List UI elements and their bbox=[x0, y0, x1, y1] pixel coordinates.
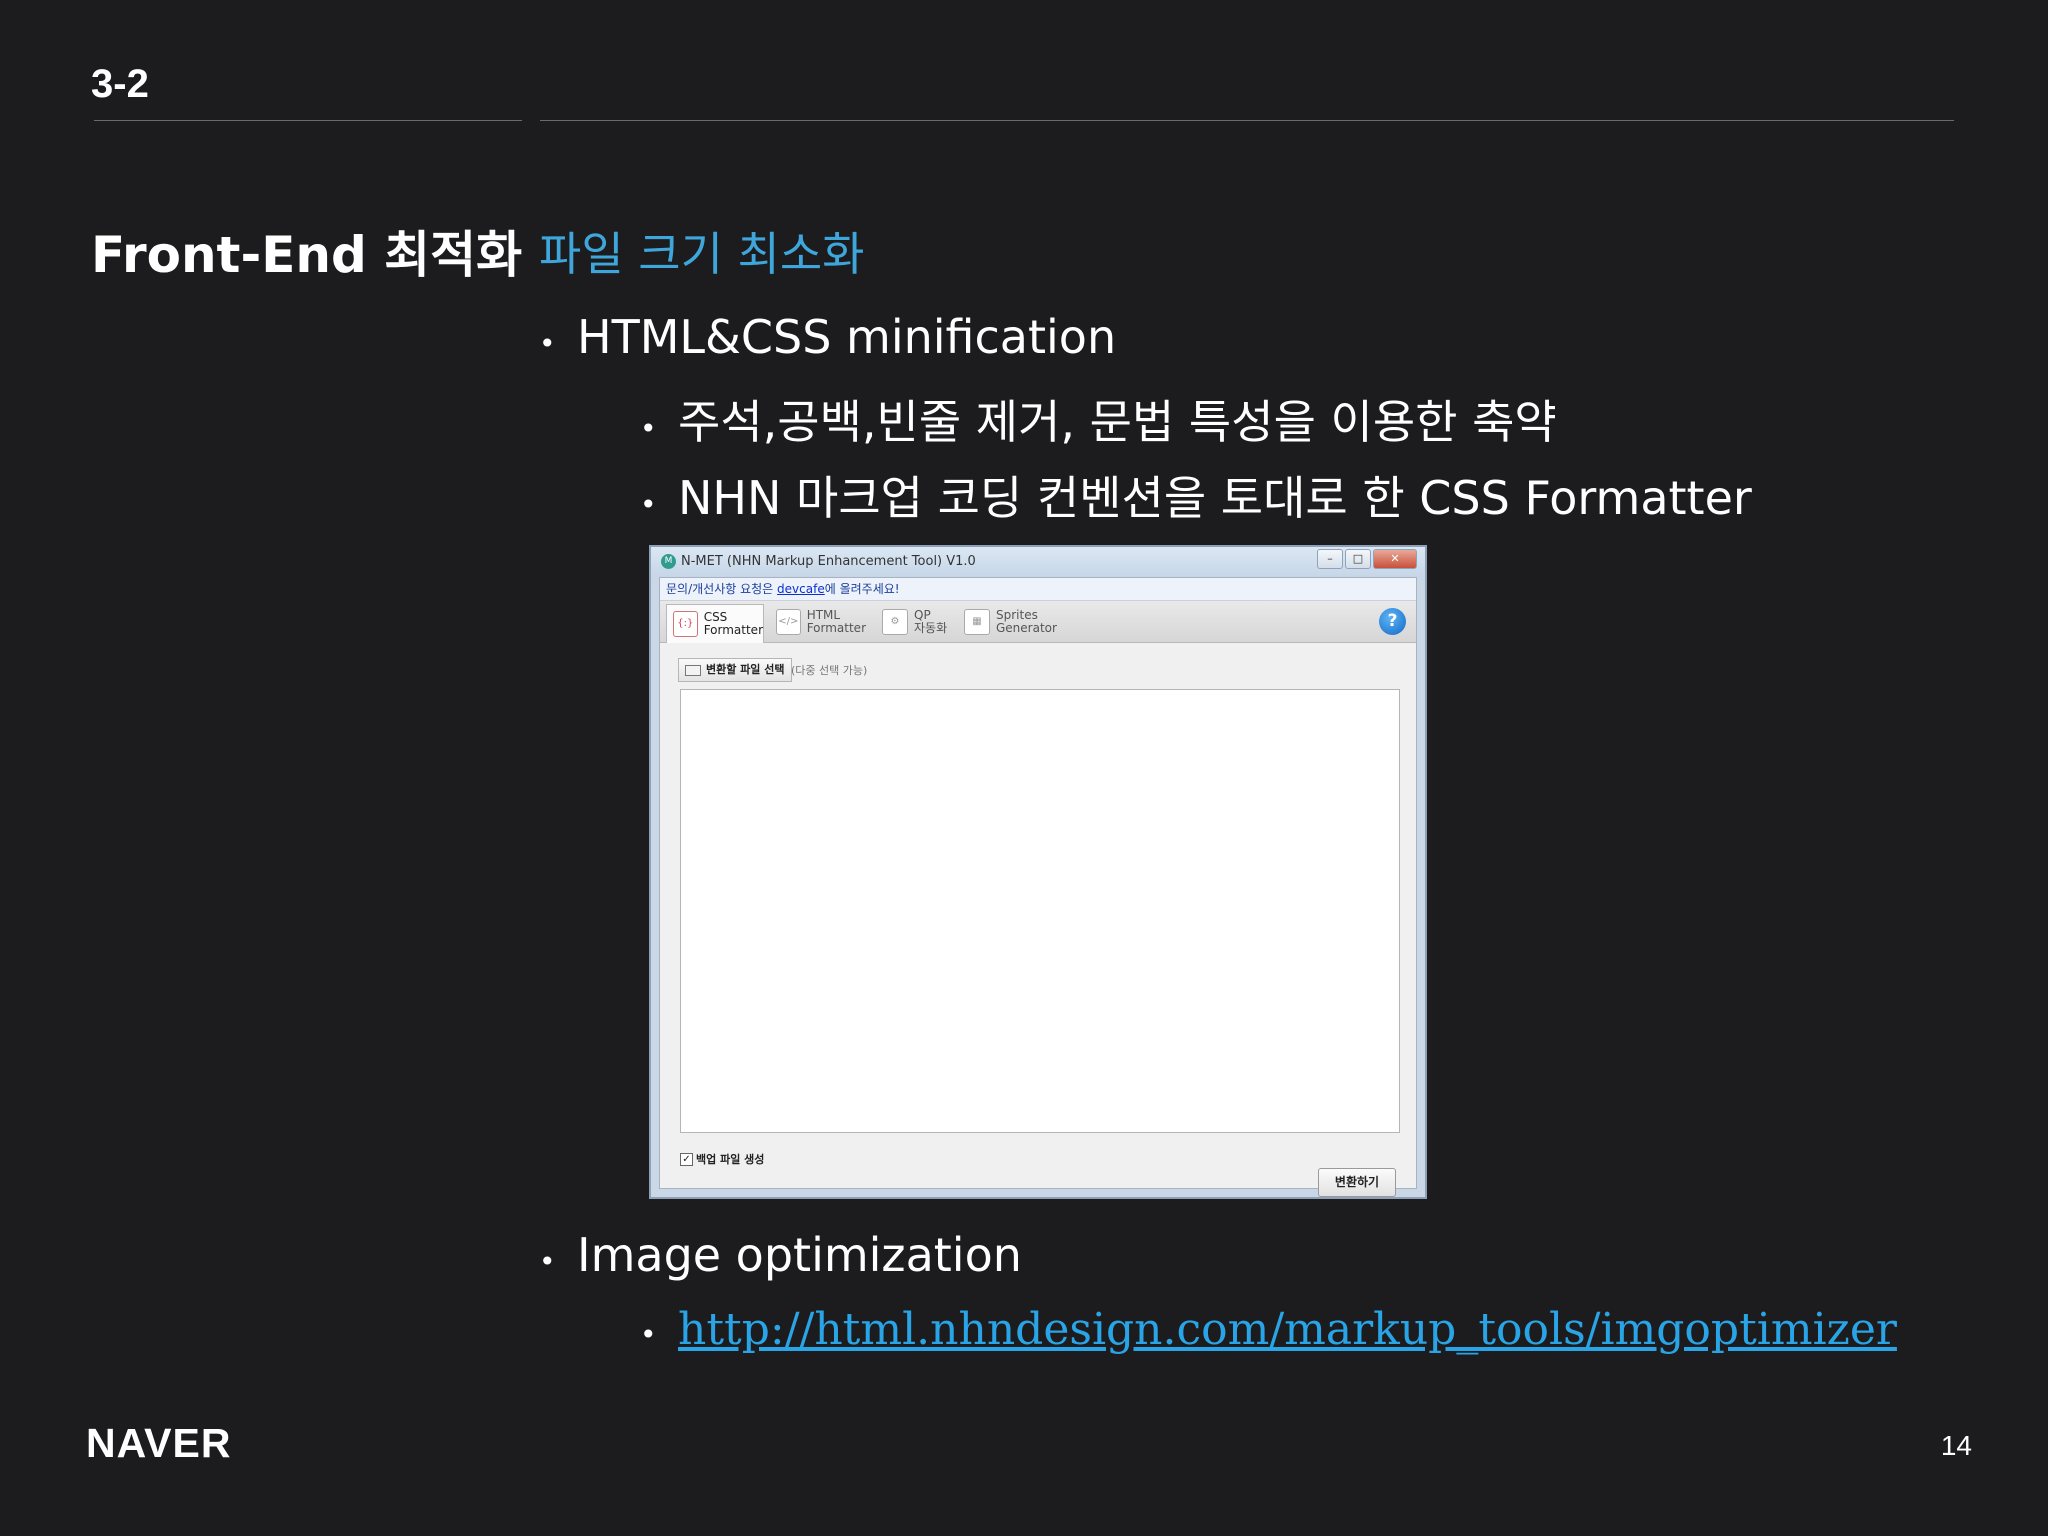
naver-logo: NAVER bbox=[86, 1420, 232, 1466]
close-button[interactable]: ✕ bbox=[1373, 549, 1417, 569]
bullet-text: HTML&CSS minification bbox=[577, 310, 1117, 364]
backup-checkbox-label: 백업 파일 생성 bbox=[696, 1153, 765, 1166]
app-icon: M bbox=[661, 554, 676, 569]
bullet-dot: • bbox=[539, 1245, 556, 1278]
bullet-image-optimization: • Image optimization bbox=[539, 1228, 1022, 1282]
sprites-grid-icon: ▦ bbox=[964, 609, 990, 635]
css-formatter-icon: {:} bbox=[673, 611, 698, 637]
bullet-text: 주석,공백,빈줄 제거, 문법 특성을 이용한 축약 bbox=[678, 395, 1557, 449]
tab-sprites-generator[interactable]: ▦ Sprites Generator bbox=[958, 604, 1068, 640]
select-file-label: 변환할 파일 선택 bbox=[706, 663, 785, 676]
bullet-dot: • bbox=[640, 412, 657, 445]
bullet-text: NHN 마크업 코딩 컨벤션을 토대로 한 CSS Formatter bbox=[678, 471, 1752, 525]
gear-icon: ⚙ bbox=[882, 609, 908, 635]
maximize-button[interactable]: □ bbox=[1345, 549, 1371, 569]
bullet-dot: • bbox=[640, 1318, 657, 1351]
window-titlebar: M N-MET (NHN Markup Enhancement Tool) V1… bbox=[651, 547, 1425, 577]
devcafe-link[interactable]: devcafe bbox=[777, 582, 825, 596]
html-formatter-icon: </> bbox=[776, 609, 801, 635]
window-controls: – □ ✕ bbox=[1315, 549, 1417, 569]
tab-label: QP 자동화 bbox=[914, 608, 948, 635]
tab-label: CSS Formatter bbox=[703, 610, 763, 637]
bullet-imgoptimizer-link: • http://html.nhndesign.com/markup_tools… bbox=[640, 1304, 1897, 1355]
file-list-box[interactable] bbox=[680, 689, 1400, 1133]
header-divider-right bbox=[540, 120, 1954, 121]
slide-title: Front-End 최적화 bbox=[91, 226, 523, 284]
notice-suffix: 에 올려주세요! bbox=[824, 582, 900, 596]
tab-qp-automation[interactable]: ⚙ QP 자동화 bbox=[876, 604, 948, 640]
bullet-html-css-minification: • HTML&CSS minification bbox=[539, 310, 1116, 364]
convert-button[interactable]: 변환하기 bbox=[1318, 1168, 1396, 1197]
multi-select-hint: (다중 선택 가능) bbox=[791, 664, 868, 677]
page-number: 14 bbox=[1940, 1430, 1972, 1461]
section-number: 3-2 bbox=[91, 62, 149, 106]
notice-prefix: 문의/개선사항 요청은 bbox=[666, 582, 778, 596]
folder-icon bbox=[685, 664, 701, 676]
imgoptimizer-link[interactable]: http://html.nhndesign.com/markup_tools/i… bbox=[678, 1304, 1897, 1355]
nmet-app-window: M N-MET (NHN Markup Enhancement Tool) V1… bbox=[649, 545, 1427, 1199]
bullet-css-formatter: • NHN 마크업 코딩 컨벤션을 토대로 한 CSS Formatter bbox=[640, 462, 1752, 528]
select-file-button[interactable]: 변환할 파일 선택 bbox=[678, 658, 792, 682]
notice-bar: 문의/개선사항 요청은 devcafe에 올려주세요! bbox=[660, 578, 1416, 601]
slide-subtitle: 파일 크기 최소화 bbox=[539, 227, 865, 281]
window-title: N-MET (NHN Markup Enhancement Tool) V1.0 bbox=[681, 554, 976, 569]
bullet-text: Image optimization bbox=[577, 1228, 1022, 1282]
tab-toolbar: {:} CSS Formatter </> HTML Formatter ⚙ Q… bbox=[660, 601, 1416, 643]
tab-label: HTML Formatter bbox=[806, 608, 866, 635]
tab-html-formatter[interactable]: </> HTML Formatter bbox=[770, 604, 866, 640]
window-client-area: 문의/개선사항 요청은 devcafe에 올려주세요! {:} CSS Form… bbox=[659, 577, 1417, 1197]
tab-css-formatter[interactable]: {:} CSS Formatter bbox=[666, 604, 764, 643]
checkbox-check-icon: ✓ bbox=[680, 1152, 693, 1166]
bullet-minification-detail: • 주석,공백,빈줄 제거, 문법 특성을 이용한 축약 bbox=[640, 386, 1557, 452]
header-divider-left bbox=[94, 120, 522, 121]
minimize-button[interactable]: – bbox=[1317, 549, 1343, 569]
tab-label: Sprites Generator bbox=[996, 608, 1057, 635]
help-icon[interactable]: ? bbox=[1379, 608, 1406, 635]
bullet-dot: • bbox=[539, 327, 556, 360]
bullet-dot: • bbox=[640, 488, 657, 521]
backup-checkbox[interactable]: ✓ 백업 파일 생성 bbox=[680, 1151, 764, 1167]
